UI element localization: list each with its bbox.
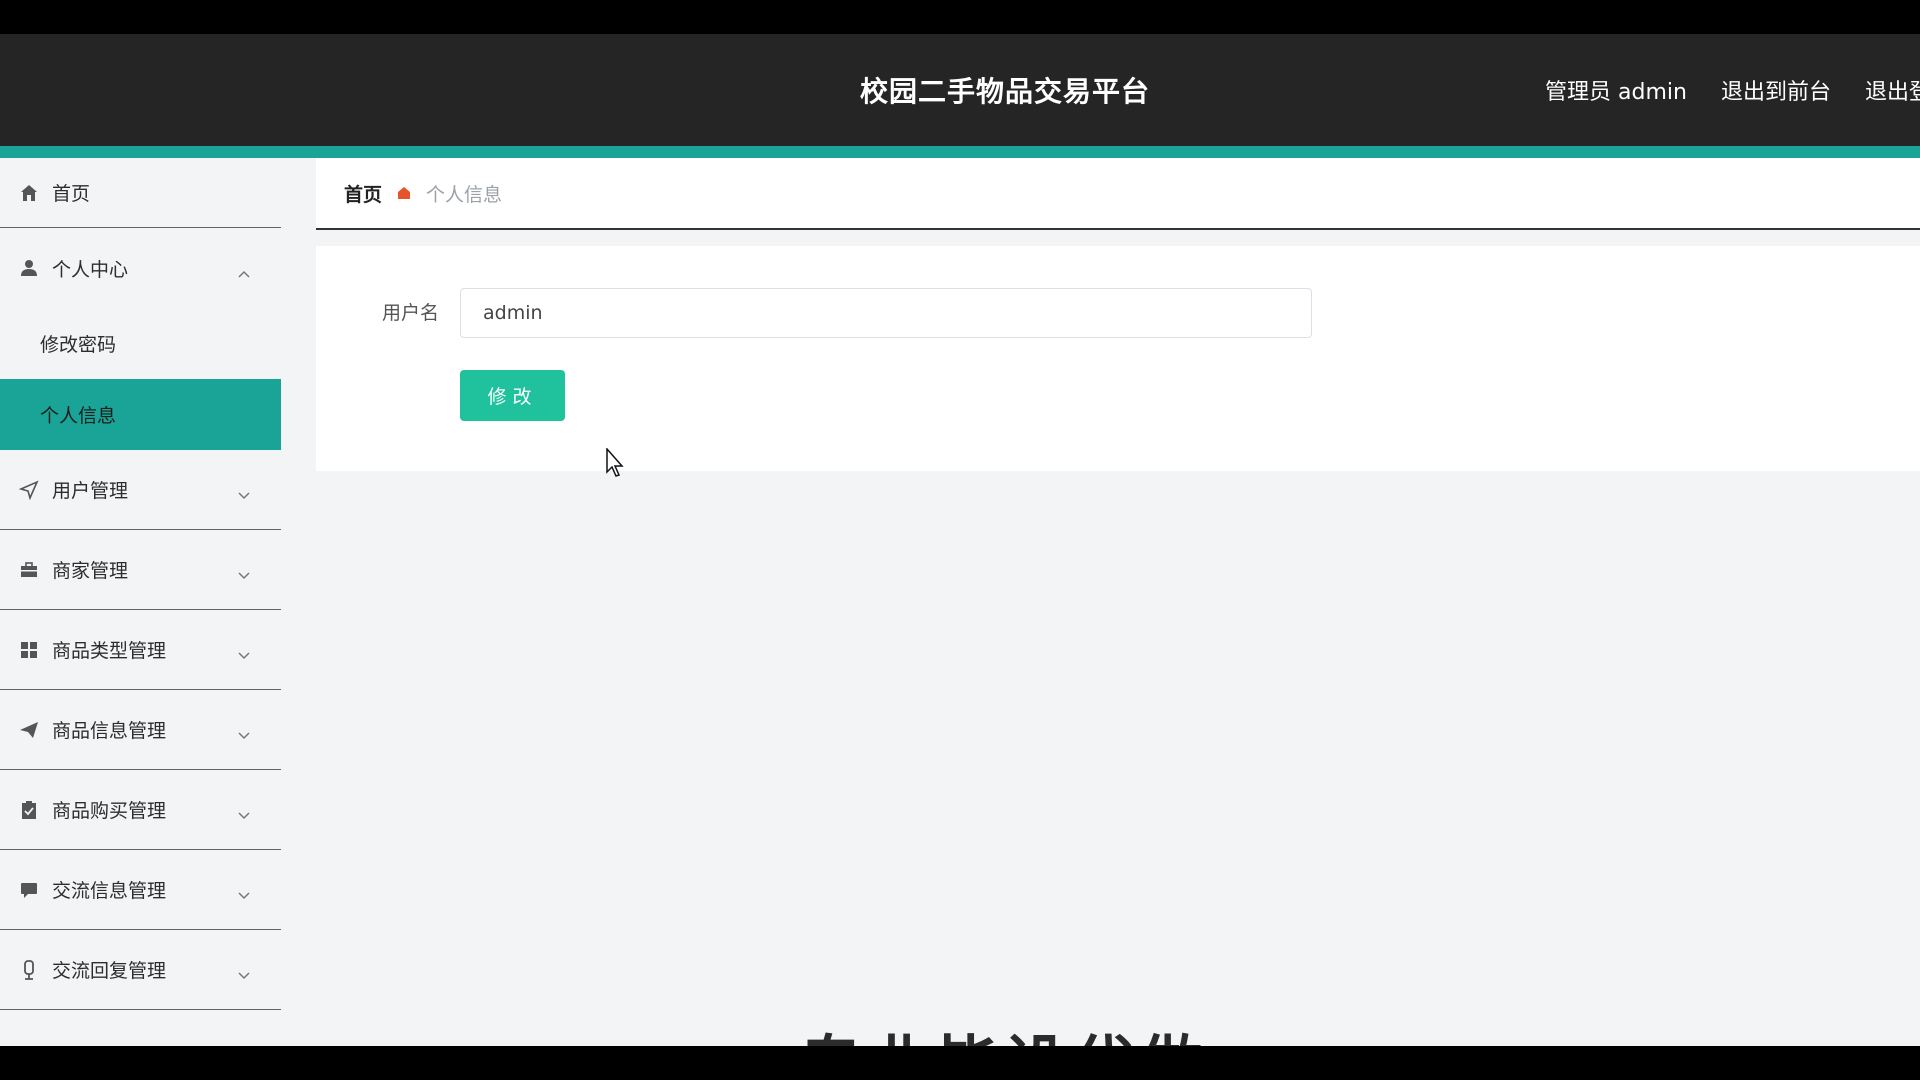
sidebar-subitem-label: 修改密码 [40,334,117,356]
grid-icon [18,639,40,661]
sidebar-item-category-management[interactable]: 商品类型管理 [0,610,281,690]
sidebar-item-merchant-management[interactable]: 商家管理 [0,530,281,610]
username-label: 用户名 [382,302,440,324]
app-screen: 校园二手物品交易平台 管理员 admin 退出到前台 退出登 首页 个人中心 修… [0,34,1920,1046]
top-right-actions: 管理员 admin 退出到前台 退出登 [1545,34,1920,146]
message-icon [18,879,40,901]
sidebar-item-label: 首页 [52,183,91,205]
chevron-down-icon [237,484,251,506]
sidebar-subitem-personal-info[interactable]: 个人信息 [0,379,281,450]
sidebar-item-message-management[interactable]: 交流信息管理 [0,850,281,930]
username-input[interactable] [460,288,1312,338]
chevron-down-icon [237,964,251,986]
sidebar-item-label: 个人中心 [52,258,129,281]
chevron-down-icon [237,884,251,906]
breadcrumb-current: 个人信息 [426,183,503,206]
profile-form-panel: 用户名 修改 [316,246,1920,471]
sidebar-item-product-info-management[interactable]: 商品信息管理 [0,690,281,770]
sidebar-item-label: 商家管理 [52,560,129,582]
navbar-accent-stripe [0,146,1920,158]
sidebar-item-reply-management[interactable]: 交流回复管理 [0,930,281,1010]
sidebar-item-user-center[interactable]: 个人中心 [0,228,281,308]
exit-to-front-link[interactable]: 退出到前台 [1721,74,1831,106]
clipboard-icon [18,799,40,821]
paper-plane-icon [18,719,40,741]
briefcase-icon [18,559,40,581]
mouse-cursor-icon [606,447,626,482]
admin-label: 管理员 admin [1545,80,1687,105]
sidebar-item-label: 商品购买管理 [52,800,167,822]
sidebar-item-label: 交流信息管理 [52,880,167,902]
chevron-up-icon [237,262,251,284]
sidebar-item-label: 商品类型管理 [52,640,167,662]
breadcrumb: 首页 个人信息 [316,158,1920,230]
chevron-down-icon [237,804,251,826]
send-icon [18,479,40,501]
sidebar-subitem-change-password[interactable]: 修改密码 [0,308,281,379]
sidebar-subitem-label: 个人信息 [40,405,117,427]
chevron-down-icon [237,724,251,746]
sidebar-item-label: 用户管理 [52,480,129,502]
chevron-down-icon [237,564,251,586]
breadcrumb-home-link[interactable]: 首页 [344,180,382,207]
sidebar-item-purchase-management[interactable]: 商品购买管理 [0,770,281,850]
sidebar-item-home[interactable]: 首页 [0,158,281,228]
update-button[interactable]: 修改 [460,370,565,421]
microphone-icon [18,959,40,981]
sidebar-item-user-management[interactable]: 用户管理 [0,450,281,530]
home-icon [18,182,40,204]
sidebar-item-label: 交流回复管理 [52,960,167,982]
top-navbar: 校园二手物品交易平台 管理员 admin 退出到前台 退出登 [0,34,1920,158]
user-icon [18,257,40,279]
watermark-text: 专业毕设代做 [800,1014,1208,1046]
sidebar: 首页 个人中心 修改密码 个人信息 用户管理 商家管理 商品类型管理 商品信息管… [0,158,281,1046]
logout-link[interactable]: 退出登 [1865,74,1920,106]
chevron-down-icon [237,644,251,666]
sidebar-item-label: 商品信息管理 [52,720,167,742]
breadcrumb-separator-icon [396,185,412,201]
